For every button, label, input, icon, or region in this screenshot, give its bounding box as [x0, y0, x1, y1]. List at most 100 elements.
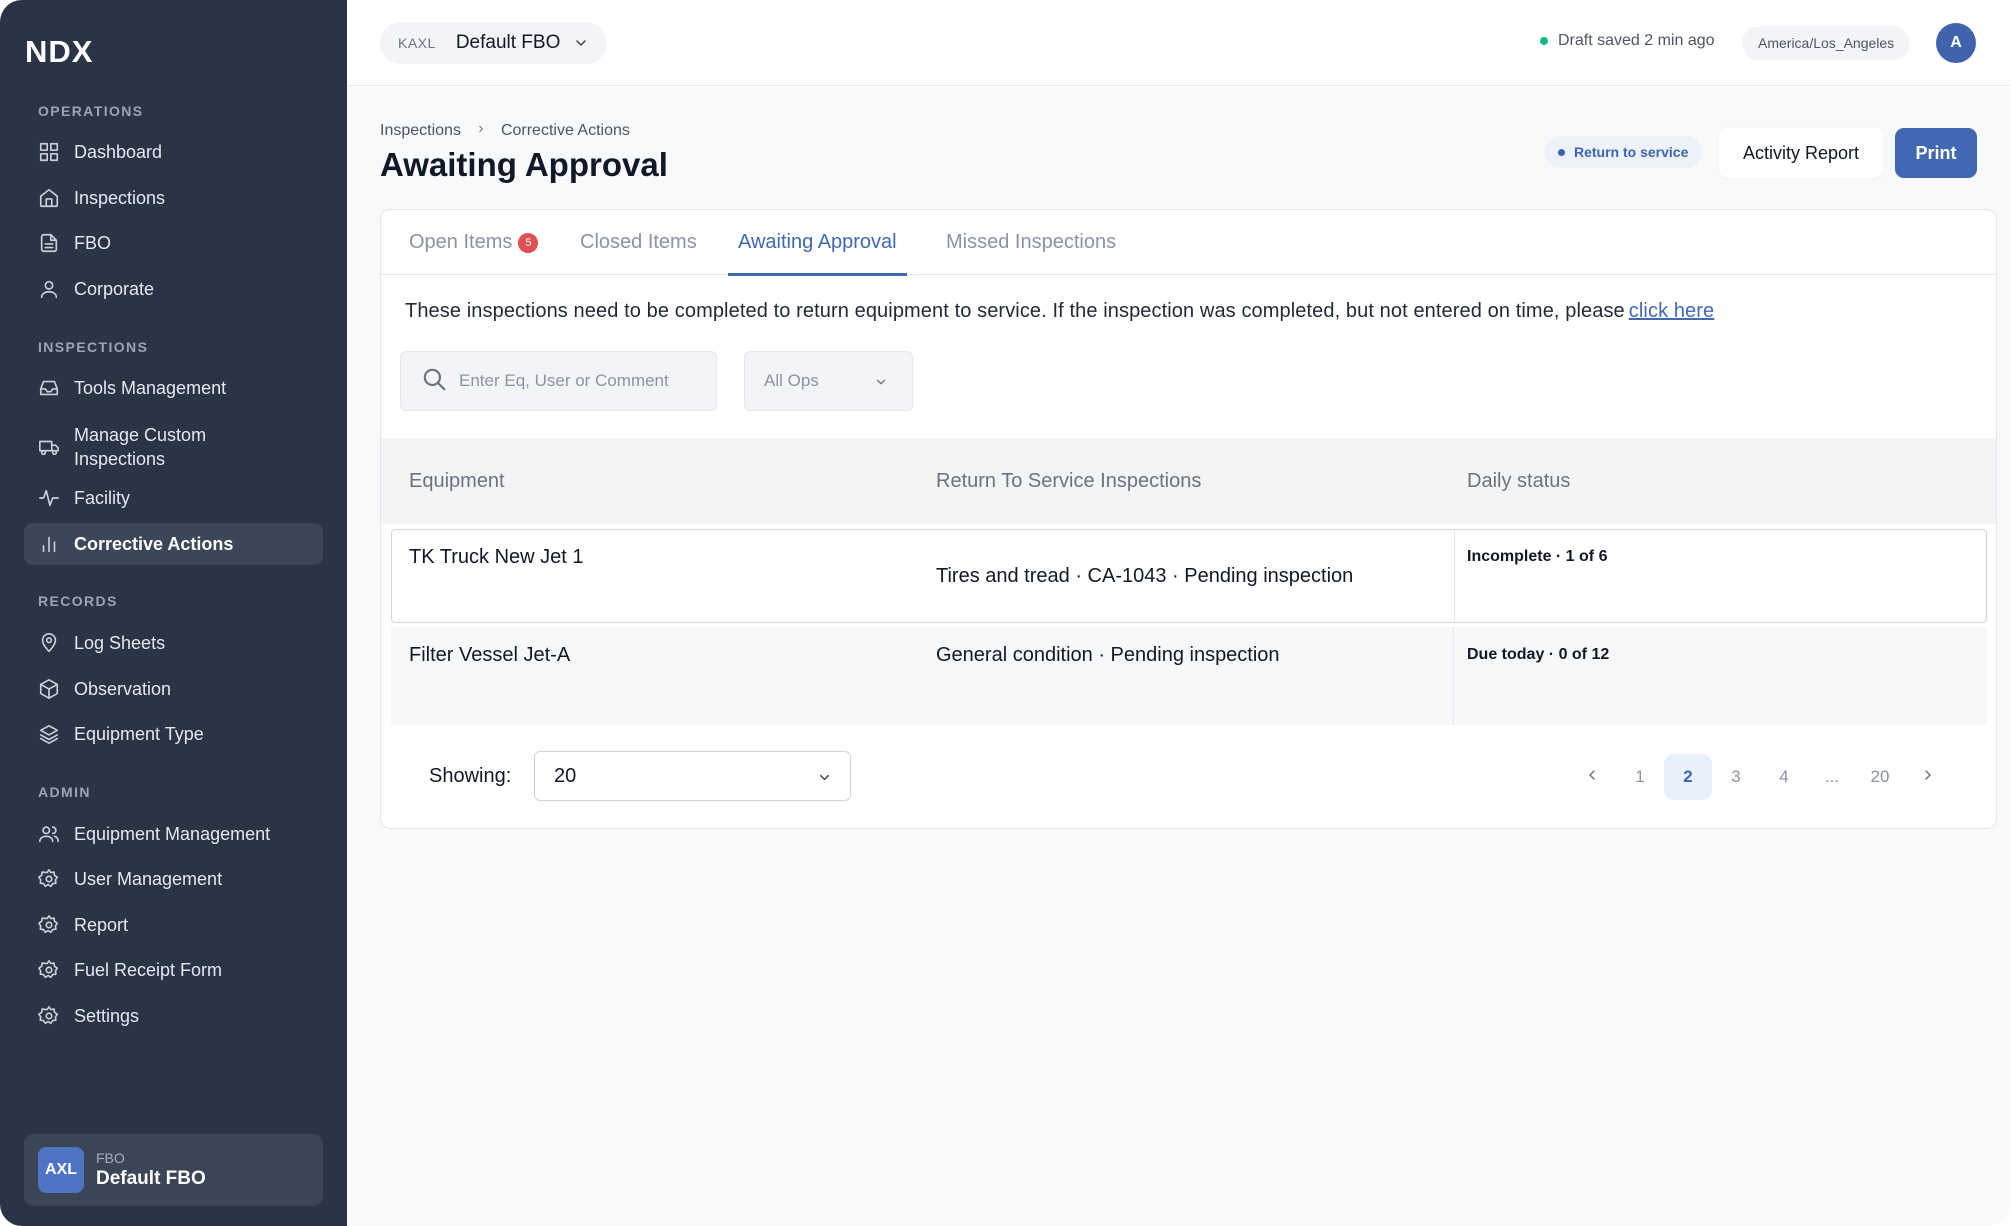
column-divider	[1454, 530, 1455, 622]
sidebar-item-fuel-receipt-form[interactable]: Fuel Receipt Form	[24, 949, 323, 991]
page-button-20[interactable]: 20	[1856, 754, 1904, 800]
return-to-service-badge: Return to service	[1544, 136, 1703, 168]
column-header-equipment[interactable]: Equipment	[409, 470, 505, 493]
fbo-avatar: AXL	[38, 1147, 84, 1193]
click-here-link[interactable]: click here	[1629, 300, 1714, 322]
column-header-inspections[interactable]: Return To Service Inspections	[936, 470, 1201, 493]
sidebar-item-label: Fuel Receipt Form	[74, 959, 223, 980]
chevron-right-icon	[475, 122, 487, 140]
activity-icon	[38, 487, 60, 509]
sidebar-item-label: Settings	[74, 1005, 140, 1026]
timezone-badge[interactable]: America/Los_Angeles	[1742, 26, 1911, 60]
app-window: NDX OPERATIONS Dashboard Inspections FBO…	[0, 0, 2010, 1226]
search-box[interactable]	[400, 351, 717, 411]
search-input[interactable]	[459, 371, 699, 391]
map-pin-icon	[38, 632, 60, 654]
page-button-2[interactable]: 2	[1664, 754, 1712, 800]
inspection-cell: Tires and tread · CA-1043 · Pending insp…	[936, 565, 1354, 587]
notice-text: These inspections need to be completed t…	[405, 300, 1714, 323]
sidebar-item-label: Report	[74, 914, 129, 935]
table-row[interactable]: Filter Vessel Jet-A General condition · …	[391, 627, 1987, 725]
tab-missed-inspections[interactable]: Missed Inspections	[946, 210, 1116, 275]
ops-filter-value: All Ops	[764, 371, 819, 390]
user-icon	[38, 278, 60, 300]
page-button-1[interactable]: 1	[1616, 754, 1664, 800]
equipment-cell: TK Truck New Jet 1	[409, 546, 584, 568]
fbo-code: KAXL	[398, 35, 436, 51]
top-bar: KAXL Default FBO Draft saved 2 min ago A…	[347, 0, 2010, 86]
home-icon	[38, 187, 60, 209]
sidebar-item-user-management[interactable]: User Management	[24, 858, 323, 900]
sidebar-item-label: Dashboard	[74, 141, 163, 162]
fbo-switcher-card[interactable]: AXL FBO Default FBO	[24, 1134, 323, 1206]
sidebar-item-observation[interactable]: Observation	[24, 668, 323, 710]
showing-label: Showing:	[429, 765, 512, 787]
tab-label: Missed Inspections	[946, 231, 1117, 253]
status-dot-icon	[1558, 148, 1565, 156]
sidebar-item-facility[interactable]: Facility	[24, 477, 323, 519]
sidebar-item-label: Manage Custom Inspections	[74, 425, 207, 469]
sidebar-item-label: FBO	[74, 232, 112, 253]
page-ellipsis: ...	[1824, 767, 1840, 786]
prev-page-button[interactable]	[1568, 754, 1616, 800]
sidebar-item-log-sheets[interactable]: Log Sheets	[24, 622, 323, 664]
equipment-cell: Filter Vessel Jet-A	[409, 644, 571, 666]
truck-icon	[38, 436, 60, 458]
sidebar-item-report[interactable]: Report	[24, 904, 323, 946]
sidebar-item-inspections[interactable]: Inspections	[24, 177, 323, 219]
file-icon	[38, 232, 60, 254]
app-logo: NDX	[25, 34, 94, 69]
gear-icon	[38, 1005, 60, 1027]
sidebar-item-label: Equipment Type	[74, 723, 204, 744]
fbo-selector[interactable]: KAXL Default FBO	[380, 22, 607, 64]
sidebar-item-label: Tools Management	[74, 377, 227, 398]
tab-label: Closed Items	[580, 231, 697, 253]
status-dot-icon	[1540, 37, 1548, 45]
activity-report-button[interactable]: Activity Report	[1719, 128, 1883, 178]
bar-chart-icon	[38, 533, 60, 555]
sidebar-item-fbo[interactable]: FBO	[24, 222, 323, 264]
daily-status-cell: Due today · 0 of 12	[1467, 646, 1610, 663]
notice-message: These inspections need to be completed t…	[405, 300, 1625, 322]
draft-status-text: Draft saved 2 min ago	[1558, 32, 1715, 49]
page-button-4[interactable]: 4	[1760, 754, 1808, 800]
user-avatar[interactable]: A	[1936, 23, 1976, 63]
table-row[interactable]: TK Truck New Jet 1 Tires and tread · CA-…	[391, 529, 1987, 623]
tab-awaiting-approval[interactable]: Awaiting Approval	[728, 210, 907, 276]
page-button-3[interactable]: 3	[1712, 754, 1760, 800]
sidebar-item-manage-custom-inspections[interactable]: Manage Custom Inspections	[24, 418, 323, 476]
tab-closed-items[interactable]: Closed Items	[580, 210, 697, 275]
grid-icon	[38, 141, 60, 163]
print-button[interactable]: Print	[1895, 128, 1977, 178]
breadcrumb-corrective-actions[interactable]: Corrective Actions	[501, 122, 630, 140]
next-page-button[interactable]	[1904, 754, 1952, 800]
sidebar-item-label: Inspections	[74, 187, 166, 208]
tab-open-items[interactable]: Open Items 5	[409, 210, 539, 275]
sidebar-item-label: Corporate	[74, 278, 155, 299]
column-header-daily-status[interactable]: Daily status	[1467, 470, 1570, 493]
breadcrumb-inspections[interactable]: Inspections	[380, 122, 461, 140]
page-title: Awaiting Approval	[380, 146, 668, 183]
search-icon	[421, 366, 447, 397]
sidebar-item-dashboard[interactable]: Dashboard	[24, 131, 323, 173]
tab-label: Open Items	[409, 231, 513, 253]
sidebar: NDX OPERATIONS Dashboard Inspections FBO…	[0, 0, 347, 1226]
sidebar-item-label: User Management	[74, 868, 223, 889]
corrective-actions-card: Open Items 5 Closed Items Awaiting Appro…	[380, 209, 1997, 829]
sidebar-item-equipment-type[interactable]: Equipment Type	[24, 713, 323, 755]
sidebar-item-corrective-actions[interactable]: Corrective Actions	[24, 523, 323, 565]
layers-icon	[38, 723, 60, 745]
nav-section-inspections: INSPECTIONS	[38, 339, 149, 355]
sidebar-item-corporate[interactable]: Corporate	[24, 268, 323, 310]
chevron-down-icon	[874, 374, 888, 394]
gear-icon	[38, 959, 60, 981]
tab-bar: Open Items 5 Closed Items Awaiting Appro…	[381, 210, 1996, 276]
fbo-card-label: FBO	[96, 1150, 125, 1166]
users-icon	[38, 823, 60, 845]
page-size-select[interactable]: 20	[534, 751, 851, 801]
sidebar-item-tools-management[interactable]: Tools Management	[24, 367, 323, 409]
ops-filter-select[interactable]: All Ops	[744, 351, 913, 411]
table-header: Equipment Return To Service Inspections …	[381, 438, 1996, 524]
sidebar-item-settings[interactable]: Settings	[24, 995, 323, 1037]
sidebar-item-equipment-management[interactable]: Equipment Management	[24, 813, 323, 855]
